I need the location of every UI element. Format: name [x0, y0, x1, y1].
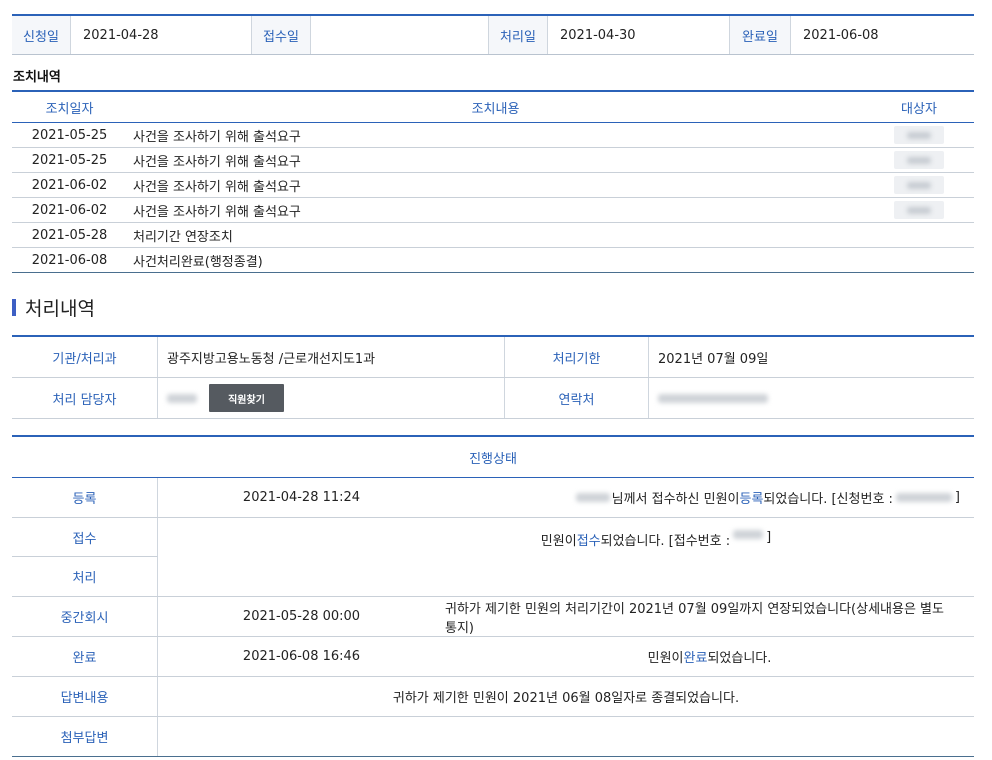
- processing-title: 처리내역: [25, 298, 95, 320]
- status-highlight: 등록: [739, 492, 764, 507]
- complete-date-value: 2021-06-08: [803, 27, 879, 43]
- complete-datetime: 2021-06-08 16:46: [242, 649, 361, 664]
- register-label: 등록: [12, 478, 158, 517]
- action-target: [864, 176, 974, 194]
- redacted-name: [907, 182, 931, 189]
- progress-row-complete: 완료 2021-06-08 16:46 민원이 완료 되었습니다.: [12, 637, 974, 677]
- header-action-date: 조치일자: [45, 101, 94, 117]
- action-content: 사건처리완료(행정종결): [133, 254, 263, 270]
- register-datetime: 2021-04-28 11:24: [242, 490, 361, 505]
- progress-row-receive: 접수 민원이 접수 되었습니다. [접수번호 : ]: [12, 518, 974, 557]
- action-date: 2021-06-08: [31, 252, 108, 268]
- redacted-receipt-number: [733, 530, 764, 539]
- actions-table: 조치일자 조치내용 대상자 2021-05-25 사건을 조사하기 위해 출석요…: [12, 90, 974, 273]
- redacted-application-number: [895, 493, 952, 502]
- action-date: 2021-06-02: [31, 177, 108, 193]
- header-action-content: 조치내용: [471, 101, 520, 117]
- find-staff-button[interactable]: 직원찾기: [209, 384, 284, 412]
- table-row: 처리 담당자 직원찾기 연락처: [12, 378, 974, 419]
- redacted-name: [907, 132, 931, 139]
- table-row: 2021-05-25 사건을 조사하기 위해 출석요구: [12, 148, 974, 173]
- progress-row-interim: 중간회시 2021-05-28 00:00 귀하가 제기한 민원의 처리기간이 …: [12, 597, 974, 637]
- action-content: 처리기간 연장조치: [133, 229, 233, 245]
- receive-message: 민원이 접수 되었습니다. [접수번호 : ]: [540, 530, 772, 549]
- action-date: 2021-05-25: [31, 127, 108, 143]
- deadline-label: 처리기한: [505, 337, 649, 377]
- processing-info-table: 기관/처리과 광주지방고용노동청 /근로개선지도1과 처리기한 2021년 07…: [12, 335, 974, 419]
- answer-message: 귀하가 제기한 민원이 2021년 06월 08일자로 종결되었습니다.: [392, 691, 740, 706]
- org-label: 기관/처리과: [12, 337, 158, 377]
- action-target: [864, 201, 974, 219]
- staff-value: 직원찾기: [158, 378, 505, 418]
- apply-date-label: 신청일: [12, 16, 71, 54]
- attachment-value: [158, 717, 974, 756]
- section-marker-bar: [12, 299, 16, 316]
- redacted-name: [907, 157, 931, 164]
- date-summary-bar: 신청일 2021-04-28 접수일 처리일 2021-04-30 완료일 20…: [12, 14, 974, 55]
- answer-label: 답변내용: [12, 677, 158, 716]
- process-date-value: 2021-04-30: [548, 16, 730, 54]
- progress-row-attachment: 첨부답변: [12, 717, 974, 757]
- progress-row-register: 등록 2021-04-28 11:24 님께서 접수하신 민원이 등록 되었습니…: [12, 478, 974, 518]
- action-content: 사건을 조사하기 위해 출석요구: [133, 129, 301, 145]
- interim-message: 귀하가 제기한 민원의 처리기간이 2021년 07월 09일까지 연장되었습니…: [445, 601, 944, 636]
- status-highlight: 접수: [576, 534, 601, 549]
- receive-date-value: [311, 16, 489, 54]
- progress-table: 진행상태 등록 2021-04-28 11:24 님께서 접수하신 민원이 등록…: [12, 435, 974, 757]
- redacted-name: [907, 207, 931, 214]
- table-row: 기관/처리과 광주지방고용노동청 /근로개선지도1과 처리기한 2021년 07…: [12, 337, 974, 378]
- org-value: 광주지방고용노동청 /근로개선지도1과: [158, 337, 505, 377]
- processing-section-title: 처리내역: [12, 294, 95, 321]
- interim-datetime: 2021-05-28 00:00: [242, 609, 361, 624]
- contact-label: 연락처: [505, 378, 649, 418]
- header-action-target: 대상자: [901, 101, 937, 117]
- apply-date-value: 2021-04-28: [71, 16, 252, 54]
- action-content: 사건을 조사하기 위해 출석요구: [133, 154, 301, 170]
- progress-row-answer: 답변내용 귀하가 제기한 민원이 2021년 06월 08일자로 종결되었습니다…: [12, 677, 974, 717]
- action-date: 2021-05-25: [31, 152, 108, 168]
- action-target: [864, 126, 974, 144]
- receive-label: 접수: [12, 518, 158, 557]
- status-highlight: 완료: [683, 651, 708, 666]
- action-target: [864, 151, 974, 169]
- register-message: 님께서 접수하신 민원이 등록 되었습니다. [신청번호 : ]: [445, 478, 974, 517]
- attachment-label: 첨부답변: [12, 717, 158, 756]
- progress-title: 진행상태: [12, 437, 974, 478]
- table-row: 2021-05-28 처리기간 연장조치: [12, 223, 974, 248]
- action-date: 2021-06-02: [31, 202, 108, 218]
- table-row: 2021-06-02 사건을 조사하기 위해 출석요구: [12, 198, 974, 223]
- action-content: 사건을 조사하기 위해 출석요구: [133, 204, 301, 220]
- action-date: 2021-05-28: [31, 227, 108, 243]
- table-row: 2021-06-02 사건을 조사하기 위해 출석요구: [12, 173, 974, 198]
- complete-message: 민원이 완료 되었습니다.: [445, 637, 974, 676]
- actions-title: 조치내역: [13, 70, 61, 85]
- complete-date-label: 완료일: [730, 16, 791, 54]
- process-date-label: 처리일: [489, 16, 548, 54]
- table-row: 2021-05-25 사건을 조사하기 위해 출석요구: [12, 123, 974, 148]
- receive-date-label: 접수일: [252, 16, 311, 54]
- progress-row-process: 처리: [12, 557, 974, 597]
- complete-label: 완료: [12, 637, 158, 676]
- redacted-contact: [658, 393, 768, 403]
- staff-label: 처리 담당자: [12, 378, 158, 418]
- interim-label: 중간회시: [12, 597, 158, 636]
- process-label: 처리: [12, 557, 158, 596]
- table-row: 2021-06-08 사건처리완료(행정종결): [12, 248, 974, 273]
- redacted-staff-name: [167, 393, 197, 403]
- deadline-value: 2021년 07월 09일: [658, 351, 769, 367]
- action-content: 사건을 조사하기 위해 출석요구: [133, 179, 301, 195]
- redacted-applicant: [575, 493, 610, 502]
- contact-value: [649, 378, 974, 418]
- actions-table-header: 조치일자 조치내용 대상자: [12, 92, 974, 123]
